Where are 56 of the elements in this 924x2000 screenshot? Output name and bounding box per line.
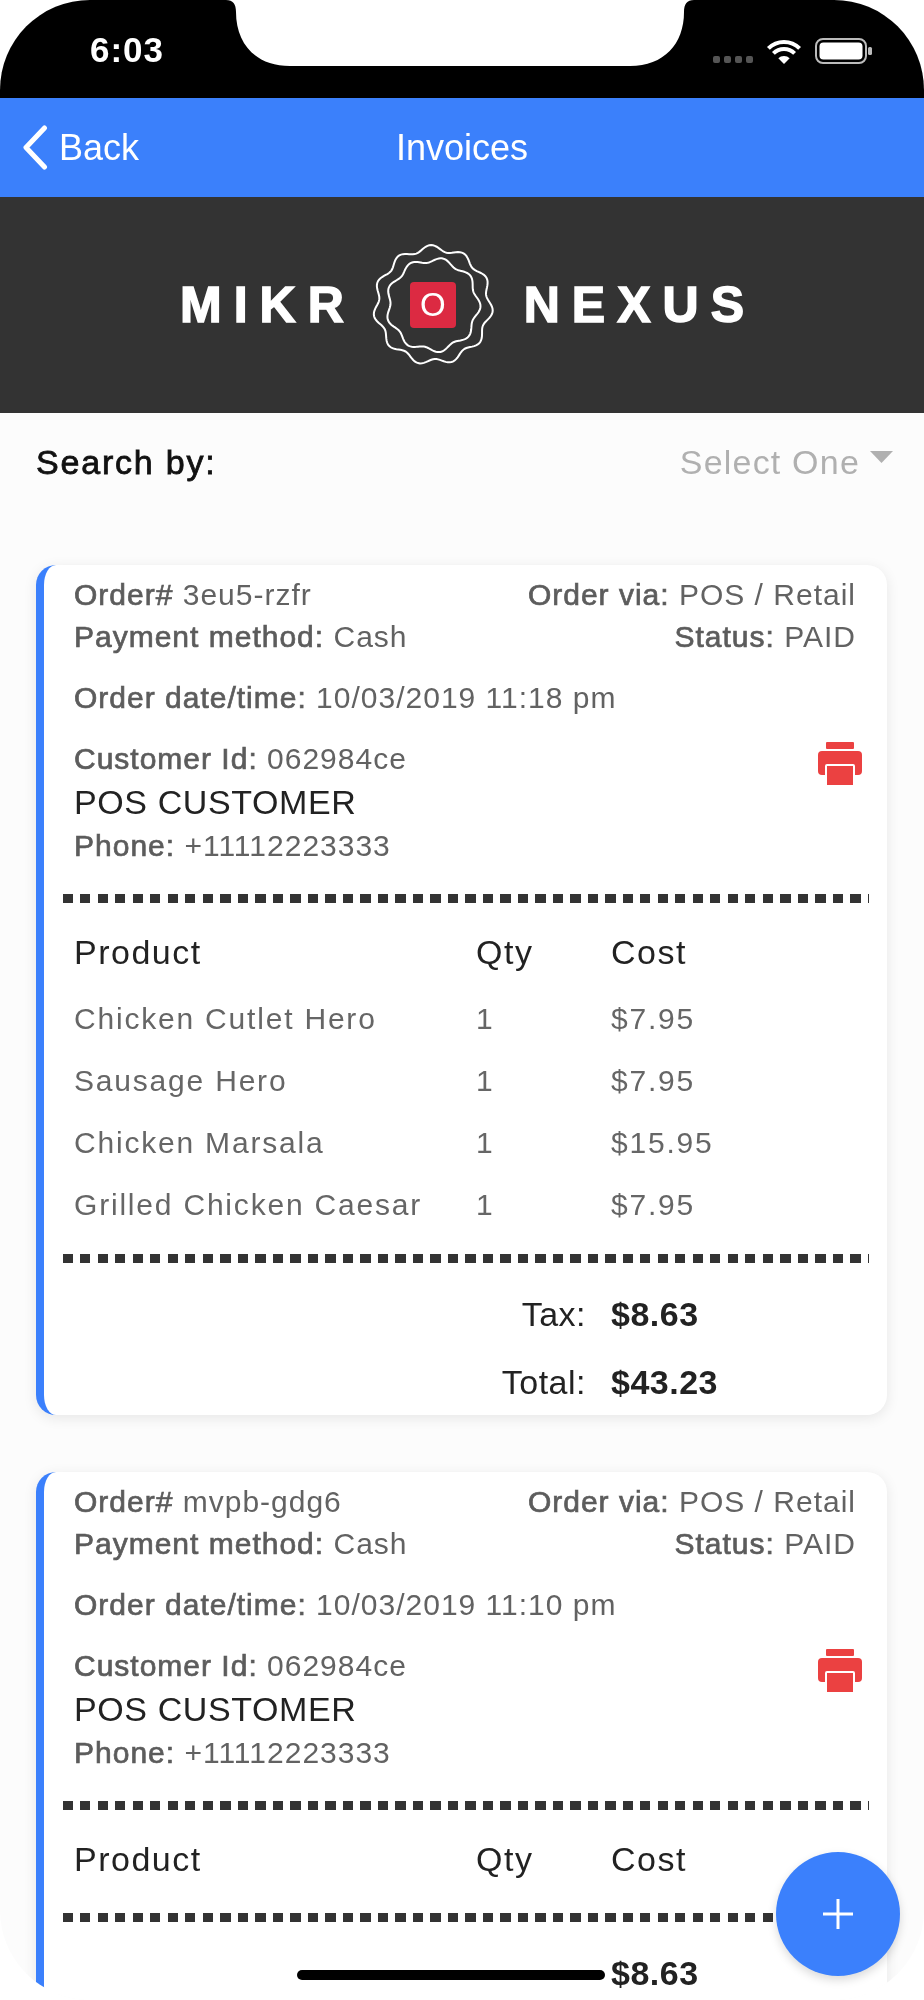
- column-header: Cost: [611, 1839, 687, 1880]
- price: $7.95: [611, 1001, 696, 1037]
- product-name: Sausage Hero: [74, 1063, 288, 1099]
- product-name: Chicken Cutlet Hero: [74, 1001, 377, 1037]
- total-label: Tax:: [521, 1294, 586, 1335]
- payment-method: Payment method: Cash: [74, 619, 408, 655]
- clock-time: 6:03: [89, 29, 165, 71]
- customer-name: POS CUSTOMER: [74, 782, 357, 823]
- printer-icon[interactable]: [818, 742, 862, 787]
- logo-text: MIKR: [180, 280, 356, 330]
- customer-id: Customer Id: 062984ce: [74, 741, 407, 777]
- customer-phone: Phone: +11112223333: [74, 1735, 391, 1771]
- column-header: Product: [74, 932, 202, 973]
- price: $7.95: [611, 1063, 696, 1099]
- screen-title: Invoices: [395, 125, 529, 170]
- back-button[interactable]: Back: [22, 125, 140, 170]
- column-header: Cost: [611, 932, 687, 973]
- customer-phone: Phone: +11112223333: [74, 828, 391, 864]
- column-header: Qty: [476, 1839, 534, 1880]
- chevron-left-icon: [22, 125, 48, 170]
- quantity: 1: [476, 1125, 495, 1161]
- total-amount: $43.23: [611, 1362, 718, 1403]
- quantity: 1: [476, 1001, 495, 1037]
- order-datetime: Order date/time: 10/03/2019 11:10 pm: [74, 1587, 617, 1623]
- customer-id: Customer Id: 062984ce: [74, 1648, 407, 1684]
- logo-text: NEXUS: [523, 280, 756, 330]
- printer-icon[interactable]: [818, 1649, 862, 1694]
- total-amount: $8.63: [611, 1294, 699, 1335]
- quantity: 1: [476, 1187, 495, 1223]
- order-channel: Order via: POS / Retail: [527, 577, 856, 613]
- signal-icon: [713, 56, 753, 64]
- customer-name: POS CUSTOMER: [74, 1689, 357, 1730]
- wifi-icon: [765, 37, 803, 65]
- order-channel: Order via: POS / Retail: [527, 1484, 856, 1520]
- quantity: 1: [476, 1063, 495, 1099]
- logo-letter: O: [409, 282, 456, 328]
- payment-method: Payment method: Cash: [74, 1526, 408, 1562]
- total-label: Total:: [501, 1362, 586, 1403]
- caret-down-icon: [870, 451, 893, 463]
- column-header: Qty: [476, 932, 534, 973]
- price: $7.95: [611, 1187, 696, 1223]
- order-status: Status: PAID: [674, 1526, 856, 1562]
- wavy-seal-icon: [370, 243, 495, 367]
- product-name: Grilled Chicken Caesar: [74, 1187, 423, 1223]
- order-number: Order# mvpb-gdg6: [74, 1484, 342, 1520]
- total-amount: $8.63: [611, 1953, 699, 1994]
- order-number: Order# 3eu5-rzfr: [74, 577, 312, 613]
- plus-icon: [823, 1899, 853, 1929]
- order-status: Status: PAID: [674, 619, 856, 655]
- price: $15.95: [611, 1125, 714, 1161]
- product-name: Chicken Marsala: [74, 1125, 325, 1161]
- order-datetime: Order date/time: 10/03/2019 11:18 pm: [74, 680, 617, 716]
- search-label: Search by:: [36, 442, 217, 483]
- battery-icon: [815, 38, 873, 64]
- column-header: Product: [74, 1839, 202, 1880]
- select-dropdown[interactable]: Select One: [679, 439, 893, 485]
